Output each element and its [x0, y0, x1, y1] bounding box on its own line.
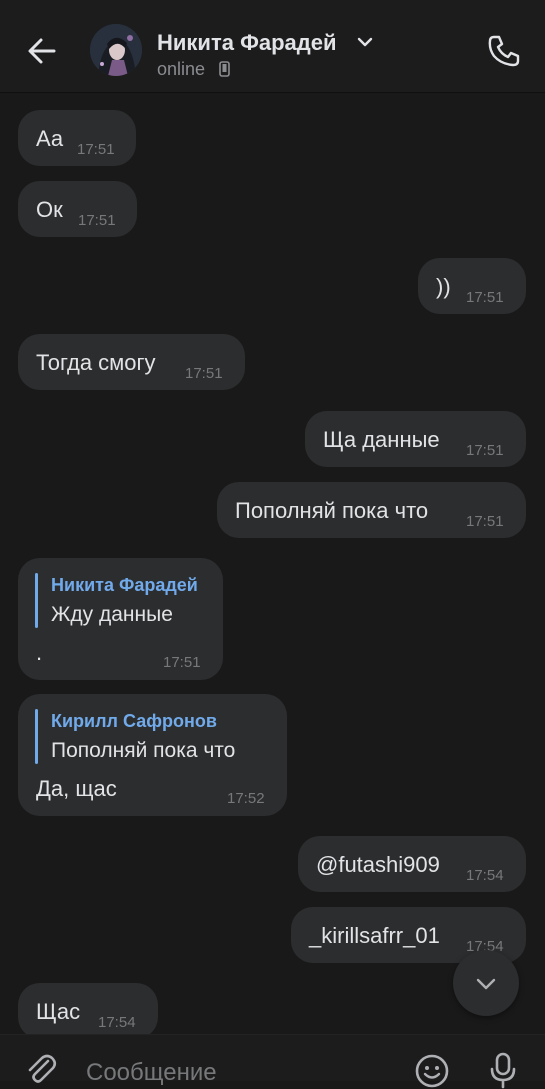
message-time: 17:52 [227, 790, 265, 807]
chevron-down-icon[interactable] [356, 33, 374, 51]
message-bubble-outgoing[interactable]: Ща данные 17:51 [305, 411, 526, 467]
message-time: 17:51 [163, 654, 201, 671]
chevron-down-icon [476, 978, 496, 990]
contact-status: online [157, 59, 206, 79]
reply-author[interactable]: Никита Фарадей [51, 575, 198, 596]
message-text: Ща данные [323, 427, 440, 452]
smile-icon[interactable] [414, 1053, 450, 1089]
message-text: Щас [36, 999, 81, 1024]
message-input-placeholder: Сообщение [86, 1059, 217, 1086]
message-bubble-incoming-reply[interactable]: Кирилл Сафронов Пополняй пока что Да, ща… [18, 694, 287, 816]
message-bubble-incoming[interactable]: Тогда смогу 17:51 [18, 334, 245, 390]
reply-text: Пополняй пока что [51, 739, 236, 762]
message-time: 17:54 [466, 867, 504, 884]
message-time: 17:51 [466, 442, 504, 459]
message-text: Да, щас [36, 776, 117, 801]
message-text: )) [436, 274, 451, 299]
paperclip-icon[interactable] [24, 1053, 58, 1087]
contact-name[interactable]: Никита Фарадей [157, 30, 336, 56]
message-bubble-incoming[interactable]: Аа 17:51 [18, 110, 136, 166]
message-text: Аа [36, 126, 64, 151]
message-time: 17:51 [77, 141, 115, 158]
message-bubble-outgoing[interactable]: Пополняй пока что 17:51 [217, 482, 526, 538]
message-composer: Сообщение [0, 1034, 545, 1089]
reply-author[interactable]: Кирилл Сафронов [51, 711, 217, 732]
message-text: Ок [36, 197, 63, 222]
message-time: 17:51 [78, 212, 116, 229]
message-time: 17:51 [466, 513, 504, 530]
message-bubble-incoming[interactable]: Щас 17:54 [18, 983, 158, 1039]
message-time: 17:51 [466, 289, 504, 306]
avatar[interactable] [90, 24, 142, 76]
scroll-to-bottom-button[interactable] [453, 950, 519, 1016]
reply-quote-bar [35, 709, 38, 764]
message-bubble-outgoing[interactable]: @futashi909 17:54 [298, 836, 526, 892]
message-time: 17:51 [185, 365, 223, 382]
message-bubble-incoming-reply[interactable]: Никита Фарадей Жду данные . 17:51 [18, 558, 223, 680]
reply-quote-bar [35, 573, 38, 628]
message-text: @futashi909 [316, 852, 440, 877]
message-text: _kirillsafrr_01 [309, 923, 440, 948]
message-text: Пополняй пока что [235, 498, 429, 523]
message-bubble-outgoing[interactable]: )) 17:51 [418, 258, 526, 314]
message-text: Тогда смогу [36, 350, 156, 375]
message-text: . [36, 640, 43, 665]
chat-header: Никита Фарадей online [0, 0, 545, 92]
reply-text: Жду данные [51, 603, 173, 626]
arrow-left-icon[interactable] [24, 33, 60, 69]
mobile-phone-icon [219, 61, 230, 77]
message-time: 17:54 [98, 1014, 136, 1031]
phone-call-icon[interactable] [485, 32, 523, 70]
microphone-icon[interactable] [485, 1051, 521, 1089]
message-bubble-incoming[interactable]: Ок 17:51 [18, 181, 137, 237]
